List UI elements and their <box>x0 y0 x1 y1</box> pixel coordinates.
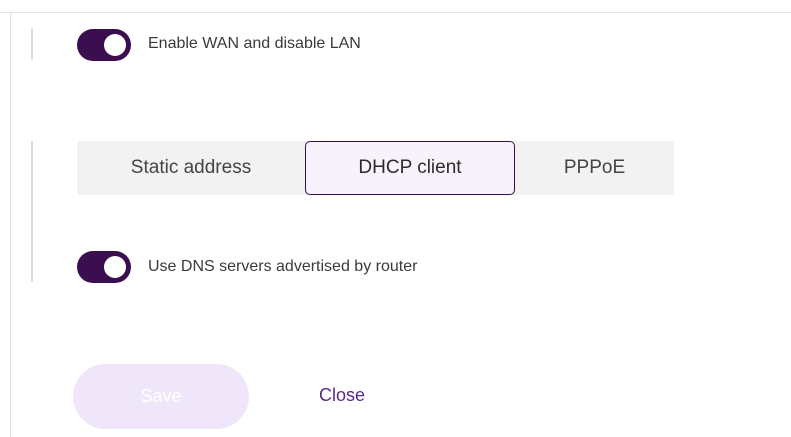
save-button[interactable]: Save <box>73 364 249 429</box>
dns-auto-toggle[interactable] <box>77 251 131 283</box>
panel-top-border <box>0 12 791 13</box>
wan-settings-panel: Enable WAN and disable LAN Static addres… <box>0 0 791 437</box>
close-link[interactable]: Close <box>319 385 365 406</box>
mode-option-static[interactable]: Static address <box>77 141 305 195</box>
wan-enable-label: Enable WAN and disable LAN <box>148 35 361 52</box>
dns-auto-label: Use DNS servers advertised by router <box>148 258 418 275</box>
panel-left-border <box>10 12 11 437</box>
section-indicator-bar <box>31 141 33 282</box>
connection-mode-selector: Static address DHCP client PPPoE <box>77 141 674 195</box>
section-indicator-bar <box>31 28 33 60</box>
toggle-knob <box>104 256 126 278</box>
toggle-knob <box>104 34 126 56</box>
mode-option-dhcp[interactable]: DHCP client <box>305 141 515 195</box>
mode-option-pppoe[interactable]: PPPoE <box>515 141 674 195</box>
wan-enable-toggle[interactable] <box>77 29 131 61</box>
